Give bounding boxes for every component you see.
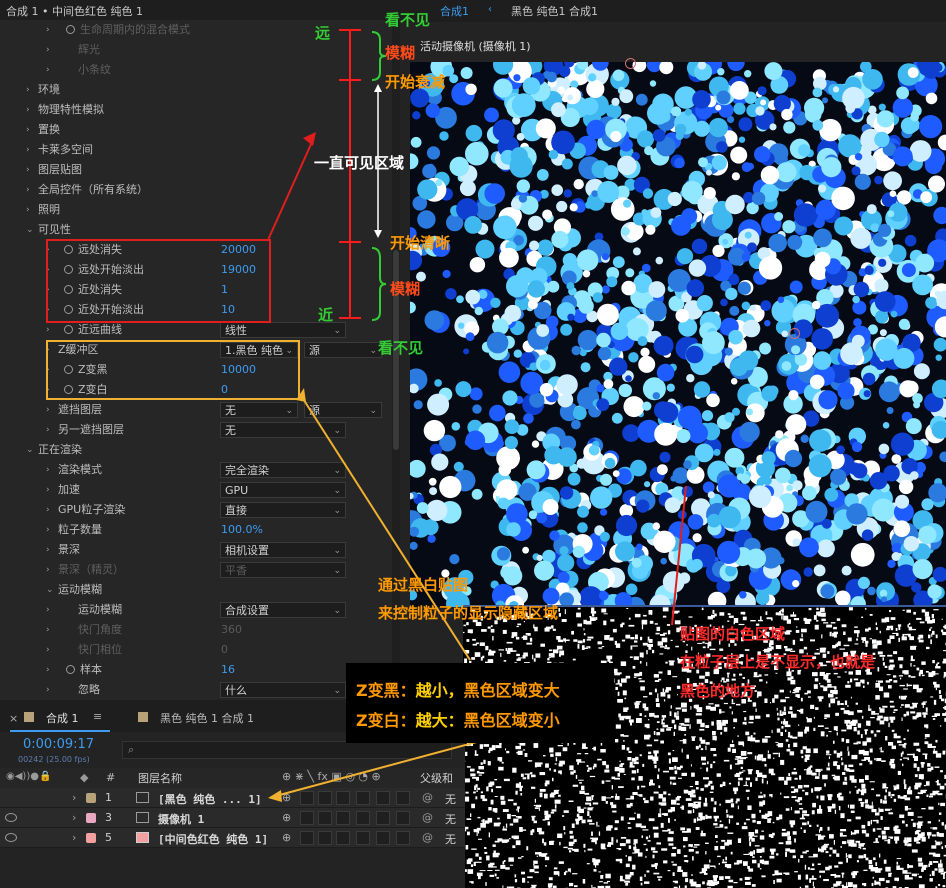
blur-far-brace: [371, 31, 387, 81]
layer-pointer-line: [271, 739, 485, 798]
far-label: 远: [315, 24, 331, 42]
annotation-overlay: [46, 29, 687, 802]
control-line-1: 通过黑白贴图: [378, 576, 469, 594]
control-line-2: 来控制粒子的显示隐藏区域: [378, 604, 559, 622]
zwhite-note-c: 黑色区域变小: [463, 711, 560, 730]
arrow-head-down: [374, 230, 382, 238]
zblack-note-c: 黑色区域变大: [463, 681, 560, 700]
white-area-pointer: [671, 485, 687, 626]
zbuffer-params-highlight: [46, 340, 300, 400]
blur-near-brace: [371, 247, 387, 321]
always-visible-label: 一直可见区域: [314, 154, 405, 172]
zblack-note: Z变黑：越小，黑色区域变大: [356, 677, 560, 701]
white-area-line-1: 贴图的白色区域: [680, 625, 786, 643]
fade-start-label: 开始衰减: [385, 73, 446, 91]
near-label: 近: [318, 306, 334, 324]
zwhite-note-b: 越大：: [415, 711, 464, 730]
highlight-connector: [267, 141, 313, 241]
white-area-line-3: 黑色的地方: [680, 682, 756, 700]
blur-bottom-label: 模糊: [390, 280, 421, 298]
z-explanation-box: Z变黑：越小，黑色区域变大 Z变白：越大：黑色区域变小: [346, 663, 614, 743]
clear-start-label: 开始清晰: [390, 234, 451, 252]
zblack-note-b: 越小，: [415, 681, 464, 700]
connector-arrowhead: [303, 132, 316, 146]
zwhite-note: Z变白：越大：黑色区域变小: [356, 707, 560, 731]
visibility-params-highlight: [46, 239, 271, 323]
invisible-bottom-label: 看不见: [378, 339, 424, 357]
zblack-note-a: Z变黑：: [356, 681, 416, 700]
zwhite-note-a: Z变白：: [356, 711, 416, 730]
invisible-top-label: 看不见: [385, 11, 431, 29]
zbuffer-arrowhead: [296, 388, 306, 402]
white-area-line-2: 在粒子层上是不显示，也就是: [680, 653, 876, 671]
layer-arrowhead: [268, 790, 282, 802]
blur-top-label: 模糊: [385, 44, 416, 62]
arrow-head-up: [374, 84, 382, 92]
